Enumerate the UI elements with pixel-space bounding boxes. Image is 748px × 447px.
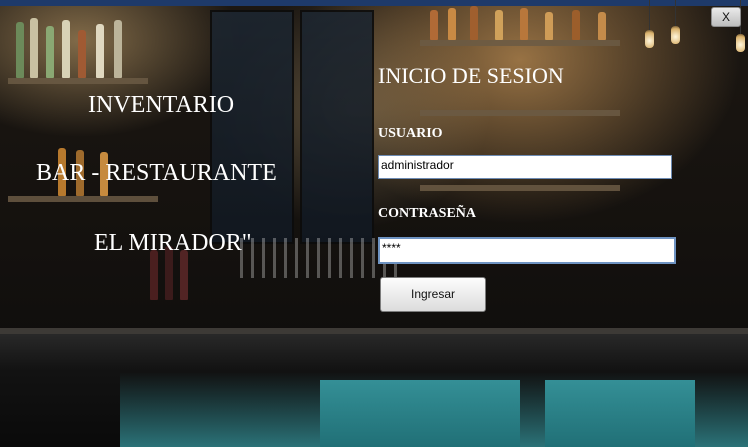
bottle <box>62 20 70 78</box>
username-label: USUARIO <box>378 126 443 141</box>
bar-counter-edge <box>0 328 748 334</box>
bar-window <box>300 10 374 244</box>
password-input[interactable]: **** <box>378 237 676 264</box>
branding-inventario: INVENTARIO <box>88 92 235 118</box>
bar-window <box>210 10 294 244</box>
bottle <box>30 18 38 78</box>
password-label: CONTRASEÑA <box>378 206 477 221</box>
bottle <box>470 6 478 40</box>
bottle <box>495 10 503 40</box>
bottle <box>180 250 188 300</box>
lamp-icon <box>645 30 654 48</box>
login-button[interactable]: Ingresar <box>380 277 486 312</box>
branding-el-mirador: EL MIRADOR" <box>94 230 252 256</box>
shelf <box>8 78 148 84</box>
shelf <box>420 185 620 191</box>
bar-counter-panel <box>320 380 520 447</box>
bottle <box>114 20 122 78</box>
shelf <box>420 40 620 46</box>
bottle <box>520 8 528 40</box>
window-top-strip <box>0 0 748 6</box>
bottle <box>545 12 553 40</box>
shelf <box>420 110 620 116</box>
shelf <box>8 196 158 202</box>
bottle <box>572 10 580 40</box>
glass-row <box>240 238 400 278</box>
login-title: INICIO DE SESION <box>378 63 564 88</box>
lamp-wire <box>649 0 650 30</box>
username-input[interactable]: administrador <box>378 155 672 179</box>
bar-counter-panel <box>545 380 695 447</box>
close-button[interactable]: X <box>711 7 741 27</box>
bar-background-photo <box>0 0 748 447</box>
bottle <box>430 10 438 40</box>
bottle <box>598 12 606 40</box>
bottle <box>96 24 104 78</box>
bottle <box>16 22 24 78</box>
lamp-icon <box>736 34 745 52</box>
bottle <box>46 26 54 78</box>
bottle <box>150 250 158 300</box>
bottle <box>448 8 456 40</box>
branding-bar-restaurante: BAR - RESTAURANTE <box>36 160 277 186</box>
lamp-icon <box>671 26 680 44</box>
bottle <box>78 30 86 78</box>
lamp-wire <box>675 0 676 26</box>
